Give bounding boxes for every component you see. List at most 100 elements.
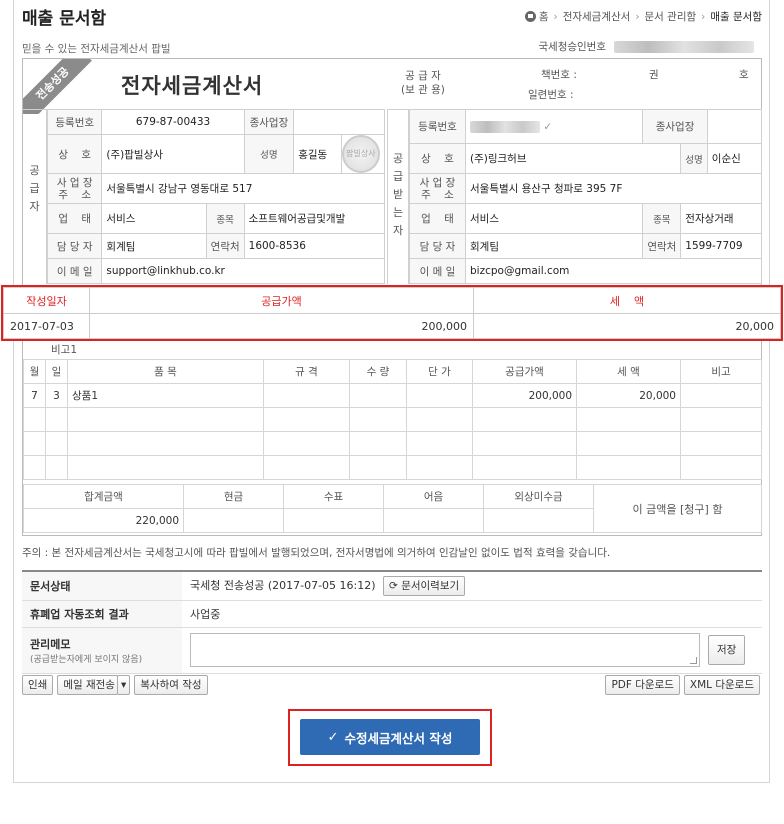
left-actions: 인쇄 메일 재전송 ▾ 복사하여 작성 <box>22 675 208 695</box>
supplier-name-value: (주)팝빌상사 <box>101 134 245 174</box>
history-button-label: 문서이력보기 <box>401 579 460 592</box>
page-title: 매출 문서함 <box>22 9 107 29</box>
supplier-reg-value: 679-87-00433 <box>101 109 245 135</box>
buyer-contact-label: 담 당 자 <box>409 233 466 259</box>
supplier-email-label: 이 메 일 <box>46 258 103 284</box>
breadcrumb-doc-manage[interactable]: 문서 관리함 <box>645 9 697 24</box>
history-button[interactable]: ⟳ 문서이력보기 <box>383 575 466 596</box>
doc-status-label: 문서상태 <box>22 572 182 601</box>
breadcrumb-home[interactable]: 홈 <box>539 9 549 24</box>
serial-no-label: 일련번호 : <box>528 89 574 101</box>
buyer-item-value: 전자상거래 <box>680 203 762 234</box>
table-row <box>23 431 762 456</box>
memo-textarea[interactable] <box>190 633 700 667</box>
item-tax: 20,000 <box>576 383 681 408</box>
col-remark: 비고 <box>680 359 762 384</box>
supplier-branch-value <box>293 109 385 135</box>
buyer-item-label: 종목 <box>642 203 682 234</box>
cash-label: 현금 <box>183 484 284 509</box>
item-unit-price <box>406 383 473 408</box>
primary-action-highlight: ✓ 수정세금계산서 작성 <box>288 709 492 766</box>
supplier-item-value: 소프트웨어공급및개발 <box>243 203 386 234</box>
buyer-ceo-value: 이순신 <box>706 143 763 174</box>
supplier-seal-cell: 팝빌상사 <box>340 134 386 174</box>
summary-tax-label: 세 액 <box>473 287 781 314</box>
buyer-email-label: 이 메 일 <box>409 258 466 284</box>
memo-save-button[interactable]: 저장 <box>708 635 746 665</box>
resend-mail-button[interactable]: 메일 재전송 <box>57 675 118 695</box>
doc-status-cell: 국세청 전송성공 (2017-07-05 16:12) ⟳ 문서이력보기 <box>182 572 762 601</box>
copy-create-button[interactable]: 복사하여 작성 <box>134 675 208 695</box>
resend-mail-label: 메일 재전송 <box>63 679 115 691</box>
supplier-phone-value: 1600-8536 <box>243 233 386 259</box>
resend-dropdown-button[interactable]: ▾ <box>116 675 131 695</box>
note-bill-value <box>383 508 484 533</box>
claim-text: 이 금액을 [청구] 함 <box>593 484 762 533</box>
buyer-ceo-label: 성명 <box>680 143 708 174</box>
book-ho: 호 <box>739 69 749 81</box>
note-bill-label: 어음 <box>383 484 484 509</box>
buyer-email-value: bizcpo@gmail.com <box>465 258 762 284</box>
xml-download-button[interactable]: XML 다운로드 <box>683 675 760 695</box>
supplier-addr-label: 사 업 장 주 소 <box>46 173 103 204</box>
memo-sublabel: (공급받는자에게 보이지 않음) <box>30 654 143 665</box>
total-value: 220,000 <box>23 508 184 533</box>
col-month: 월 <box>23 359 46 384</box>
doc-status-value: 국세청 전송성공 (2017-07-05 16:12) <box>190 578 376 592</box>
col-spec: 규 격 <box>263 359 350 384</box>
supplier-type-label: 업 태 <box>46 203 103 234</box>
table-row <box>23 455 762 480</box>
pdf-download-button[interactable]: PDF 다운로드 <box>605 675 680 695</box>
breadcrumb-etax[interactable]: 전자세금계산서 <box>563 9 631 24</box>
supplier-side-label: 공 급 자 <box>23 109 47 284</box>
check-label: 수표 <box>283 484 384 509</box>
document-status-panel: 문서상태 국세청 전송성공 (2017-07-05 16:12) ⟳ 문서이력보… <box>22 570 762 674</box>
col-qty: 수 량 <box>349 359 407 384</box>
buyer-addr-value: 서울특별시 용산구 청파로 395 7F <box>465 173 762 204</box>
memo-label-cell: 관리메모 (공급받는자에게 보이지 않음) <box>22 627 182 674</box>
buyer-phone-value: 1599-7709 <box>680 233 762 259</box>
invoice-title: 전자세금계산서 <box>121 74 264 98</box>
cash-value <box>183 508 284 533</box>
chevron-right-icon: › <box>635 10 640 23</box>
item-month: 7 <box>23 383 46 408</box>
supplier-email-value: support@linkhub.co.kr <box>101 258 385 284</box>
buyer-table: 등록번호 ✓ 종사업장 상 호 (주)링크허브 성명 이순신 사 업 장 주 소… <box>409 109 763 284</box>
chevron-right-icon: › <box>701 10 706 23</box>
supplier-branch-label: 종사업장 <box>243 109 295 135</box>
supplier-phone-label: 연락처 <box>205 233 245 259</box>
summary-table: 작성일자 공급가액 세 액 2017-07-03 200,000 20,000 <box>3 287 781 339</box>
status-ribbon: 전송성공 <box>23 59 92 114</box>
item-name: 상품1 <box>67 383 264 408</box>
caret-down-icon: ▾ <box>120 679 127 691</box>
items-table: 월 일 품 목 규 격 수 량 단 가 공급가액 세 액 비고 7 3 상품1 … <box>23 359 762 480</box>
supplier-contact-value: 회계팀 <box>101 233 207 259</box>
buyer-branch-value <box>706 109 763 144</box>
col-supply-amount: 공급가액 <box>472 359 577 384</box>
home-icon[interactable] <box>524 11 536 22</box>
approval-value-redacted <box>614 40 754 53</box>
table-row <box>23 407 762 432</box>
summary-supply-value: 200,000 <box>89 313 474 339</box>
create-amended-invoice-button[interactable]: ✓ 수정세금계산서 작성 <box>300 719 480 755</box>
status-ribbon-wrap: 전송성공 <box>23 59 103 114</box>
breadcrumb-current: 매출 문서함 <box>710 11 762 23</box>
buyer-branch-label: 종사업장 <box>642 109 708 144</box>
check-icon: ✓ <box>327 729 339 745</box>
item-remark <box>680 383 762 408</box>
buyer-contact-value: 회계팀 <box>464 233 644 259</box>
item-spec <box>263 383 350 408</box>
page-subtitle: 믿을 수 있는 전자세금계산서 팝빌 <box>22 43 171 55</box>
summary-tax-value: 20,000 <box>473 313 781 339</box>
col-tax: 세 액 <box>576 359 681 384</box>
memo-cell: 저장 <box>182 627 762 674</box>
supplier-ceo-value: 홍길동 <box>293 134 342 174</box>
buyer-type-label: 업 태 <box>409 203 466 234</box>
print-button[interactable]: 인쇄 <box>22 675 54 695</box>
buyer-reg-label: 등록번호 <box>409 109 466 144</box>
credit-value <box>483 508 594 533</box>
buyer-side-label: 공 급 받 는 자 <box>387 109 409 284</box>
buyer-phone-label: 연락처 <box>642 233 682 259</box>
company-seal: 팝빌상사 <box>342 135 380 173</box>
buyer-addr-label: 사 업 장 주 소 <box>409 173 466 204</box>
